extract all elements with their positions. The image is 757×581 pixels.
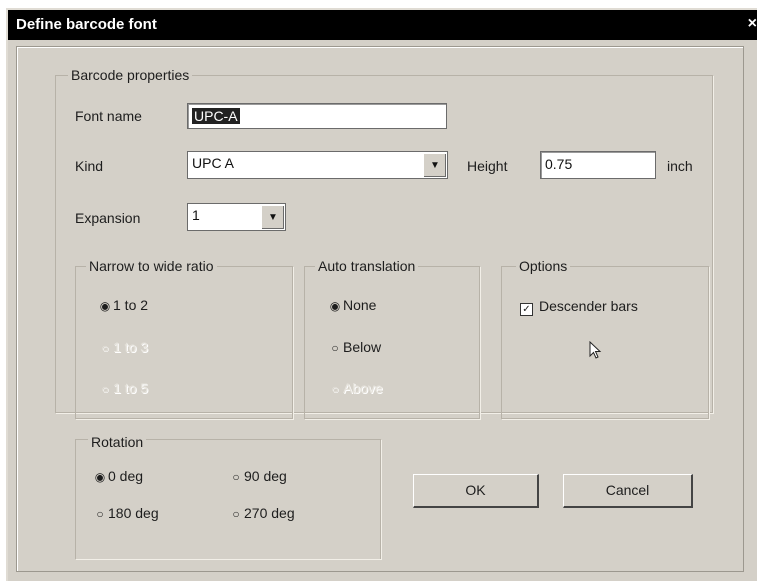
translation-above-label: Above [343, 380, 383, 396]
kind-dropdown-arrow-icon[interactable]: ▼ [423, 153, 446, 177]
rotation-180-deg-radio[interactable]: ○ 180 deg [94, 505, 159, 522]
rotation-0-deg-label: 0 deg [108, 468, 144, 484]
translation-none-radio[interactable]: ◉ None [329, 297, 377, 314]
radio-unselected-icon: ○ [331, 382, 339, 396]
rotation-90-deg-label: 90 deg [244, 468, 287, 484]
rotation-270-deg-label: 270 deg [244, 505, 295, 521]
radio-unselected-icon: ○ [96, 507, 104, 521]
font-name-value: UPC-A [192, 108, 240, 124]
mouse-pointer-icon [589, 341, 602, 359]
dialog-title: Define barcode font [16, 16, 157, 33]
descender-bars-checkbox[interactable]: ✓ Descender bars [520, 298, 638, 316]
expansion-label: Expansion [75, 210, 141, 226]
narrow-to-wide-ratio-legend: Narrow to wide ratio [86, 258, 217, 274]
title-bar[interactable]: Define barcode font × [8, 10, 757, 40]
auto-translation-legend: Auto translation [315, 258, 419, 274]
translation-below-radio[interactable]: ○ Below [329, 339, 381, 356]
options-group: Options [501, 258, 709, 419]
radio-unselected-icon: ○ [232, 470, 240, 484]
expansion-dropdown-arrow-icon[interactable]: ▼ [261, 205, 284, 229]
kind-value: UPC A [192, 155, 235, 171]
expansion-select[interactable]: 1 ▼ [187, 203, 286, 231]
rotation-90-deg-radio[interactable]: ○ 90 deg [230, 468, 287, 485]
dialog-body: Barcode properties Font name UPC-A Kind … [16, 46, 744, 572]
radio-unselected-icon: ○ [101, 341, 109, 355]
height-unit-label: inch [667, 158, 693, 174]
options-legend: Options [516, 258, 571, 274]
rotation-group: Rotation [75, 434, 381, 559]
radio-unselected-icon: ○ [101, 382, 109, 396]
descender-bars-label: Descender bars [539, 298, 638, 314]
ratio-1-to-3-radio[interactable]: ○ 1 to 3 [99, 339, 148, 356]
translation-below-label: Below [343, 339, 382, 355]
radio-selected-icon: ◉ [99, 299, 111, 313]
rotation-180-deg-label: 180 deg [108, 505, 159, 521]
radio-unselected-icon: ○ [232, 507, 240, 521]
cancel-button[interactable]: Cancel [563, 474, 693, 508]
kind-select[interactable]: UPC A ▼ [187, 151, 448, 179]
translation-above-radio[interactable]: ○ Above [329, 380, 383, 397]
radio-selected-icon: ◉ [329, 299, 341, 313]
ratio-1-to-2-radio[interactable]: ◉ 1 to 2 [99, 297, 148, 314]
font-name-input[interactable]: UPC-A [187, 103, 447, 129]
rotation-legend: Rotation [88, 434, 147, 450]
font-name-label: Font name [75, 108, 142, 124]
ratio-1-to-2-label: 1 to 2 [113, 297, 149, 313]
define-barcode-font-dialog: Define barcode font × Barcode properties… [6, 8, 757, 581]
translation-none-label: None [343, 297, 377, 313]
checkbox-checked-icon: ✓ [520, 303, 533, 316]
rotation-0-deg-radio[interactable]: ◉ 0 deg [94, 468, 143, 485]
close-icon[interactable]: × [748, 15, 757, 33]
expansion-value: 1 [192, 207, 200, 223]
radio-unselected-icon: ○ [331, 341, 339, 355]
kind-label: Kind [75, 158, 104, 174]
radio-selected-icon: ◉ [94, 470, 106, 484]
height-input[interactable]: 0.75 [540, 151, 656, 179]
rotation-270-deg-radio[interactable]: ○ 270 deg [230, 505, 295, 522]
barcode-properties-legend: Barcode properties [68, 67, 193, 83]
ratio-1-to-5-label: 1 to 5 [113, 380, 149, 396]
ok-button[interactable]: OK [413, 474, 539, 508]
height-label: Height [467, 158, 508, 174]
ratio-1-to-5-radio[interactable]: ○ 1 to 5 [99, 380, 148, 397]
ratio-1-to-3-label: 1 to 3 [113, 339, 149, 355]
